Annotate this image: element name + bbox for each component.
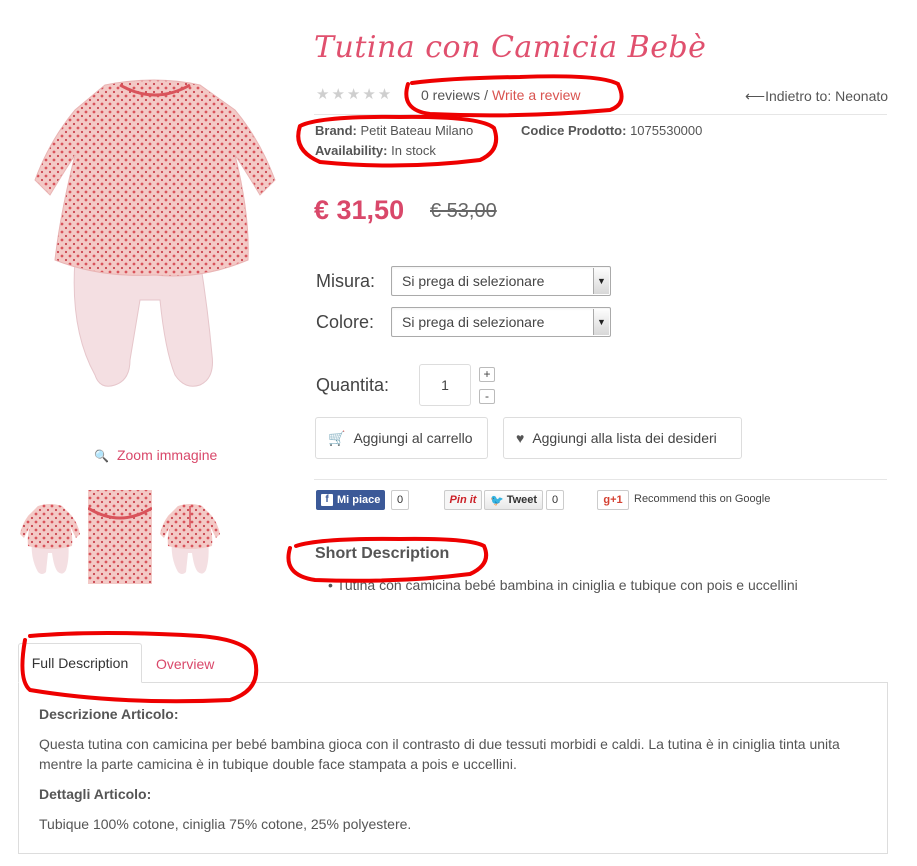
zoom-label: Zoom immagine <box>116 447 218 463</box>
thumbnail-detail[interactable] <box>87 488 153 584</box>
product-code-value: 1075530000 <box>630 123 703 138</box>
reviews-count-link[interactable]: 0 reviews <box>421 87 480 103</box>
details-text: Tubique 100% cotone, ciniglia 75% cotone… <box>39 816 412 832</box>
short-description-item: • Tutina con camicina bebé bambina in ci… <box>328 577 798 593</box>
brand-row: Brand: Petit Bateau Milano <box>315 123 473 138</box>
size-select[interactable]: Si prega di selezionare ▼ <box>391 266 611 296</box>
tweet-label: Tweet <box>506 494 538 506</box>
cart-icon: 🛒 <box>328 429 346 446</box>
bullet-icon: • <box>328 577 337 593</box>
add-to-wishlist-label: Aggiungi alla lista dei desideri <box>532 430 717 446</box>
color-label: Colore: <box>316 312 375 332</box>
product-title: Tutina con Camicia Bebè <box>314 30 707 65</box>
availability-value: In stock <box>391 143 436 158</box>
quantity-input[interactable]: 1 <box>419 364 471 406</box>
brand-value[interactable]: Petit Bateau Milano <box>361 123 474 138</box>
magnifier-icon: 🔍 <box>94 449 109 463</box>
add-to-cart-button[interactable]: 🛒 Aggiungi al carrello <box>315 417 488 459</box>
heart-icon: ♥ <box>516 430 525 446</box>
product-main-image[interactable] <box>20 30 290 430</box>
description-heading: Descrizione Articolo: <box>39 706 179 722</box>
details-heading: Dettagli Articolo: <box>39 786 152 802</box>
availability-row: Availability: In stock <box>315 143 436 158</box>
zoom-image-link[interactable]: 🔍 Zoom immagine <box>94 447 217 463</box>
color-select-value: Si prega di selezionare <box>402 314 545 330</box>
description-line: Questa tutina con camicina per bebé bamb… <box>39 736 840 752</box>
short-description-text: Tutina con camicina bebé bambina in cini… <box>336 577 798 593</box>
google-recommend-text: Recommend this on Google <box>634 493 771 505</box>
dropdown-arrow-icon: ▼ <box>593 309 609 335</box>
back-link[interactable]: ⟵Indietro to: Neonato <box>745 88 888 105</box>
product-code-row: Codice Prodotto: 1075530000 <box>521 123 702 138</box>
quantity-plus-button[interactable]: + <box>479 367 495 382</box>
reviews-line: 0 reviews / Write a review <box>421 87 580 103</box>
rating-stars: ★★★★★ <box>316 86 394 103</box>
tweet-button[interactable]: 🐦 Tweet <box>484 490 544 510</box>
facebook-like-label: Mi piace <box>337 494 381 506</box>
tweet-count: 0 <box>546 490 565 510</box>
add-to-cart-label: Aggiungi al carrello <box>353 430 473 446</box>
description-line: mentre la parte camicina è in tubique do… <box>39 756 517 772</box>
thumbnail-back[interactable] <box>158 488 222 584</box>
description-paragraph: Questa tutina con camicina per bebé bamb… <box>39 734 869 774</box>
facebook-like-count: 0 <box>391 490 410 510</box>
divider <box>314 114 887 115</box>
availability-label: Availability: <box>315 143 388 158</box>
divider <box>314 479 887 480</box>
google-plus-button[interactable]: g+1 <box>597 490 629 510</box>
size-select-value: Si prega di selezionare <box>402 273 545 289</box>
dropdown-arrow-icon: ▼ <box>593 268 609 294</box>
facebook-icon: f <box>321 494 333 506</box>
reviews-separator: / <box>484 87 489 103</box>
arrow-left-icon: ⟵ <box>745 88 766 104</box>
write-review-link[interactable]: Write a review <box>492 87 580 103</box>
price: € 31,50 <box>314 195 405 225</box>
size-label: Misura: <box>316 271 376 291</box>
pinterest-button[interactable]: Pin it <box>444 490 482 510</box>
short-description-title: Short Description <box>315 545 450 562</box>
facebook-like-button[interactable]: f Mi piace <box>316 490 386 510</box>
twitter-icon: 🐦 <box>490 494 504 507</box>
quantity-minus-button[interactable]: - <box>479 389 495 404</box>
tabs-divider <box>142 682 888 683</box>
old-price: € 53,00 <box>430 200 497 222</box>
add-to-wishlist-button[interactable]: ♥ Aggiungi alla lista dei desideri <box>503 417 742 459</box>
brand-label: Brand: <box>315 123 357 138</box>
color-select[interactable]: Si prega di selezionare ▼ <box>391 307 611 337</box>
tab-overview[interactable]: Overview <box>156 656 214 672</box>
product-code-label: Codice Prodotto: <box>521 123 627 138</box>
quantity-label: Quantita: <box>316 375 390 395</box>
back-link-label: Indietro to: Neonato <box>765 88 889 104</box>
tab-full-description[interactable]: Full Description <box>18 643 142 683</box>
thumbnail-front[interactable] <box>18 488 82 584</box>
